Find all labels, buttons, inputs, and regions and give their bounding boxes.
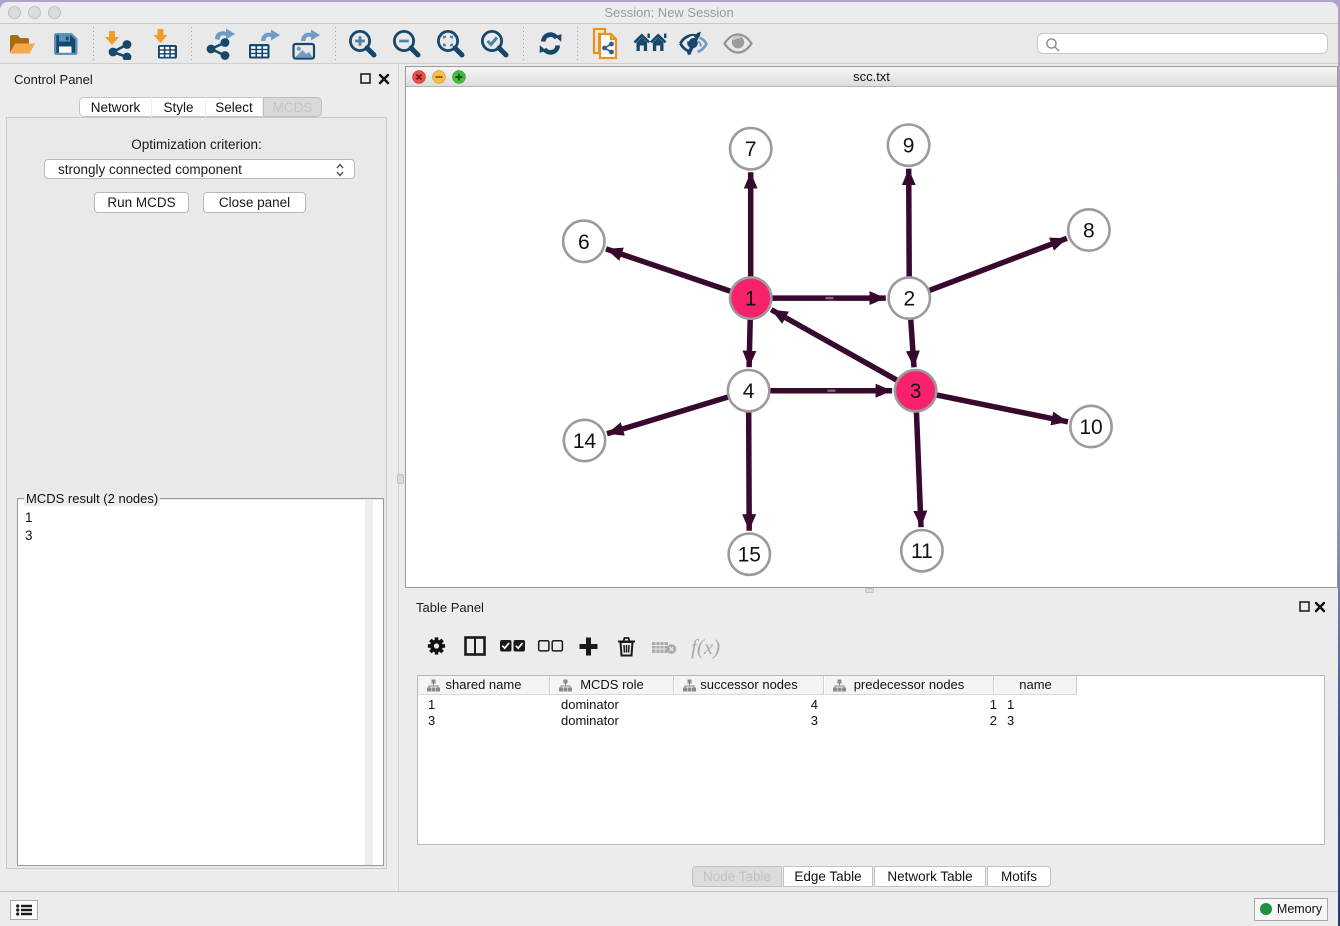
svg-text:3: 3 bbox=[910, 380, 922, 403]
svg-text:4: 4 bbox=[743, 380, 755, 403]
svg-text:10: 10 bbox=[1079, 416, 1102, 439]
svg-text:14: 14 bbox=[573, 430, 597, 453]
svg-text:11: 11 bbox=[911, 540, 933, 563]
svg-text:15: 15 bbox=[738, 544, 761, 567]
svg-text:7: 7 bbox=[745, 138, 757, 161]
svg-text:8: 8 bbox=[1083, 220, 1095, 243]
svg-text:9: 9 bbox=[903, 135, 915, 158]
svg-text:1: 1 bbox=[745, 288, 757, 311]
svg-text:6: 6 bbox=[578, 231, 590, 254]
svg-text:2: 2 bbox=[903, 288, 915, 311]
